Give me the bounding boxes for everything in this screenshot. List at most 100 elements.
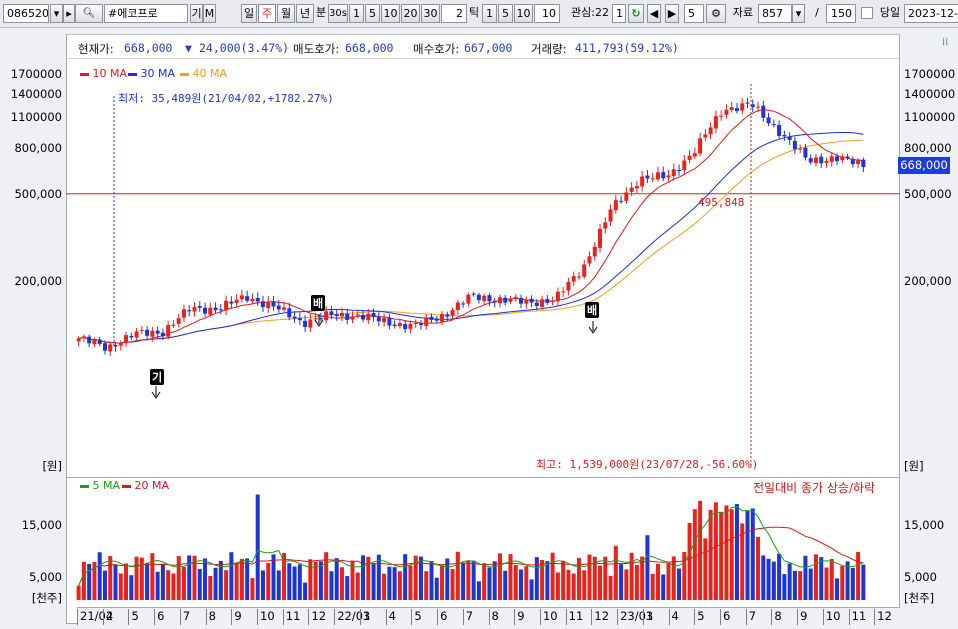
candle-body xyxy=(508,298,513,302)
volume-bar xyxy=(329,571,334,600)
candle-body xyxy=(434,319,439,321)
high-annotation: 최고: 1,539,000원(23/07/28,-56.60%) xyxy=(536,458,759,471)
volume-bar xyxy=(782,574,787,600)
volume-bar xyxy=(397,571,402,600)
today-checkbox[interactable] xyxy=(861,7,873,19)
gi-button[interactable]: 기 xyxy=(190,4,203,23)
candle-body xyxy=(692,153,697,157)
minute-30-button[interactable]: 30 xyxy=(421,4,440,23)
volume-tick: 5,000 xyxy=(904,570,937,584)
volume-bar xyxy=(487,567,492,600)
minute-5-button[interactable]: 5 xyxy=(365,4,380,23)
candle-body xyxy=(719,115,724,117)
prev-arrow-button[interactable]: ◀ xyxy=(647,4,661,23)
candle-body xyxy=(234,299,239,303)
candle-body xyxy=(777,125,782,136)
volume-bar xyxy=(234,562,239,600)
next-arrow-button[interactable]: ▶ xyxy=(665,4,679,23)
pane-divider xyxy=(66,477,900,478)
code-dropdown-button[interactable]: ▾ xyxy=(50,4,63,23)
left-price-axis: 1700000 1400000 1100000 800,000 500,000 … xyxy=(0,34,66,624)
tick-value-input[interactable]: 10 xyxy=(534,4,560,23)
period-30s-button[interactable]: 30s xyxy=(328,4,348,23)
stock-name-input[interactable]: #에코프로 xyxy=(104,4,188,23)
price-tick: 1100000 xyxy=(10,110,62,124)
time-axis-tick: 12 xyxy=(591,609,609,625)
m-button[interactable]: M xyxy=(203,4,216,23)
candle-body xyxy=(761,105,766,118)
minute-20-button[interactable]: 20 xyxy=(401,4,420,23)
candle-body xyxy=(629,187,634,192)
volume-bar xyxy=(113,564,118,600)
volume-bar xyxy=(624,569,629,600)
stock-code-input[interactable]: 086520 xyxy=(3,4,49,23)
volume-bar xyxy=(76,585,81,600)
time-axis-tick: 3 xyxy=(642,609,653,625)
volume-unit: [천주] xyxy=(904,591,935,605)
candle-body xyxy=(540,299,545,307)
candle-body xyxy=(550,300,555,303)
price-tick: 500,000 xyxy=(14,187,62,201)
candle-body xyxy=(503,297,508,303)
minute-10-button[interactable]: 10 xyxy=(381,4,400,23)
period-week-tab[interactable]: 주 xyxy=(258,4,276,23)
candle-body xyxy=(524,299,529,304)
volume-bar xyxy=(661,574,666,600)
candle-body xyxy=(724,109,729,115)
price-tick: 1400000 xyxy=(904,87,956,101)
candle-body xyxy=(592,246,597,257)
candlestick-chart[interactable] xyxy=(66,34,900,606)
candle-body xyxy=(571,276,576,282)
time-axis-tick: 9 xyxy=(231,609,242,625)
price-tick: 200,000 xyxy=(14,274,62,288)
data-count-input[interactable]: 857 xyxy=(758,4,792,23)
candle-body xyxy=(376,316,381,322)
candle-body xyxy=(455,302,460,311)
data-label: 자료 xyxy=(732,6,754,19)
volume-bar xyxy=(466,560,471,600)
search-button[interactable]: 🔍︎ xyxy=(75,4,103,23)
volume-bar xyxy=(245,558,250,600)
volume-bar xyxy=(803,555,808,600)
candle-body xyxy=(703,134,708,138)
candle-body xyxy=(413,322,418,324)
next-button[interactable]: ▸ xyxy=(63,4,75,23)
volume-bar xyxy=(813,554,818,600)
data-count-dropdown-button[interactable]: ▾ xyxy=(792,4,805,23)
minute-1-button[interactable]: 1 xyxy=(349,4,364,23)
volume-bar xyxy=(529,579,534,600)
volume-bar xyxy=(303,582,308,600)
step-input[interactable]: 5 xyxy=(684,4,704,23)
time-axis-tick: 7 xyxy=(745,609,756,625)
candle-body xyxy=(361,315,366,320)
candle-body xyxy=(782,134,787,137)
candle-body xyxy=(471,293,476,295)
tick-5-button[interactable]: 5 xyxy=(498,4,513,23)
price-tick: 1100000 xyxy=(904,110,956,124)
candle-body xyxy=(366,313,371,321)
refresh-icon[interactable]: ↻ xyxy=(628,4,644,23)
candle-body xyxy=(734,108,739,112)
volume-bar xyxy=(824,567,829,600)
interest-input[interactable]: 1 xyxy=(612,4,626,23)
tick-1-button[interactable]: 1 xyxy=(482,4,497,23)
candle-body xyxy=(624,192,629,201)
total-count-input[interactable]: 150 xyxy=(826,4,856,23)
vma20-legend: 20 MA xyxy=(122,479,169,492)
settings-icon[interactable]: ⚙ xyxy=(706,4,726,23)
volume-bar xyxy=(555,572,560,600)
date-input[interactable]: 2023-12-2 xyxy=(904,4,958,23)
tick-10-button[interactable]: 10 xyxy=(514,4,533,23)
volume-bar xyxy=(382,573,387,600)
volume-bar xyxy=(124,563,129,600)
period-month-tab[interactable]: 월 xyxy=(277,4,295,23)
volume-bar xyxy=(787,563,792,600)
volume-bar xyxy=(798,571,803,600)
volume-bar xyxy=(181,567,186,600)
price-tick: 1700000 xyxy=(10,67,62,81)
volume-bar xyxy=(239,558,244,600)
period-day-tab[interactable]: 일 xyxy=(241,4,257,23)
tick-input[interactable]: 2 xyxy=(441,4,467,23)
period-year-tab[interactable]: 년 xyxy=(296,4,314,23)
candle-body xyxy=(666,175,671,178)
